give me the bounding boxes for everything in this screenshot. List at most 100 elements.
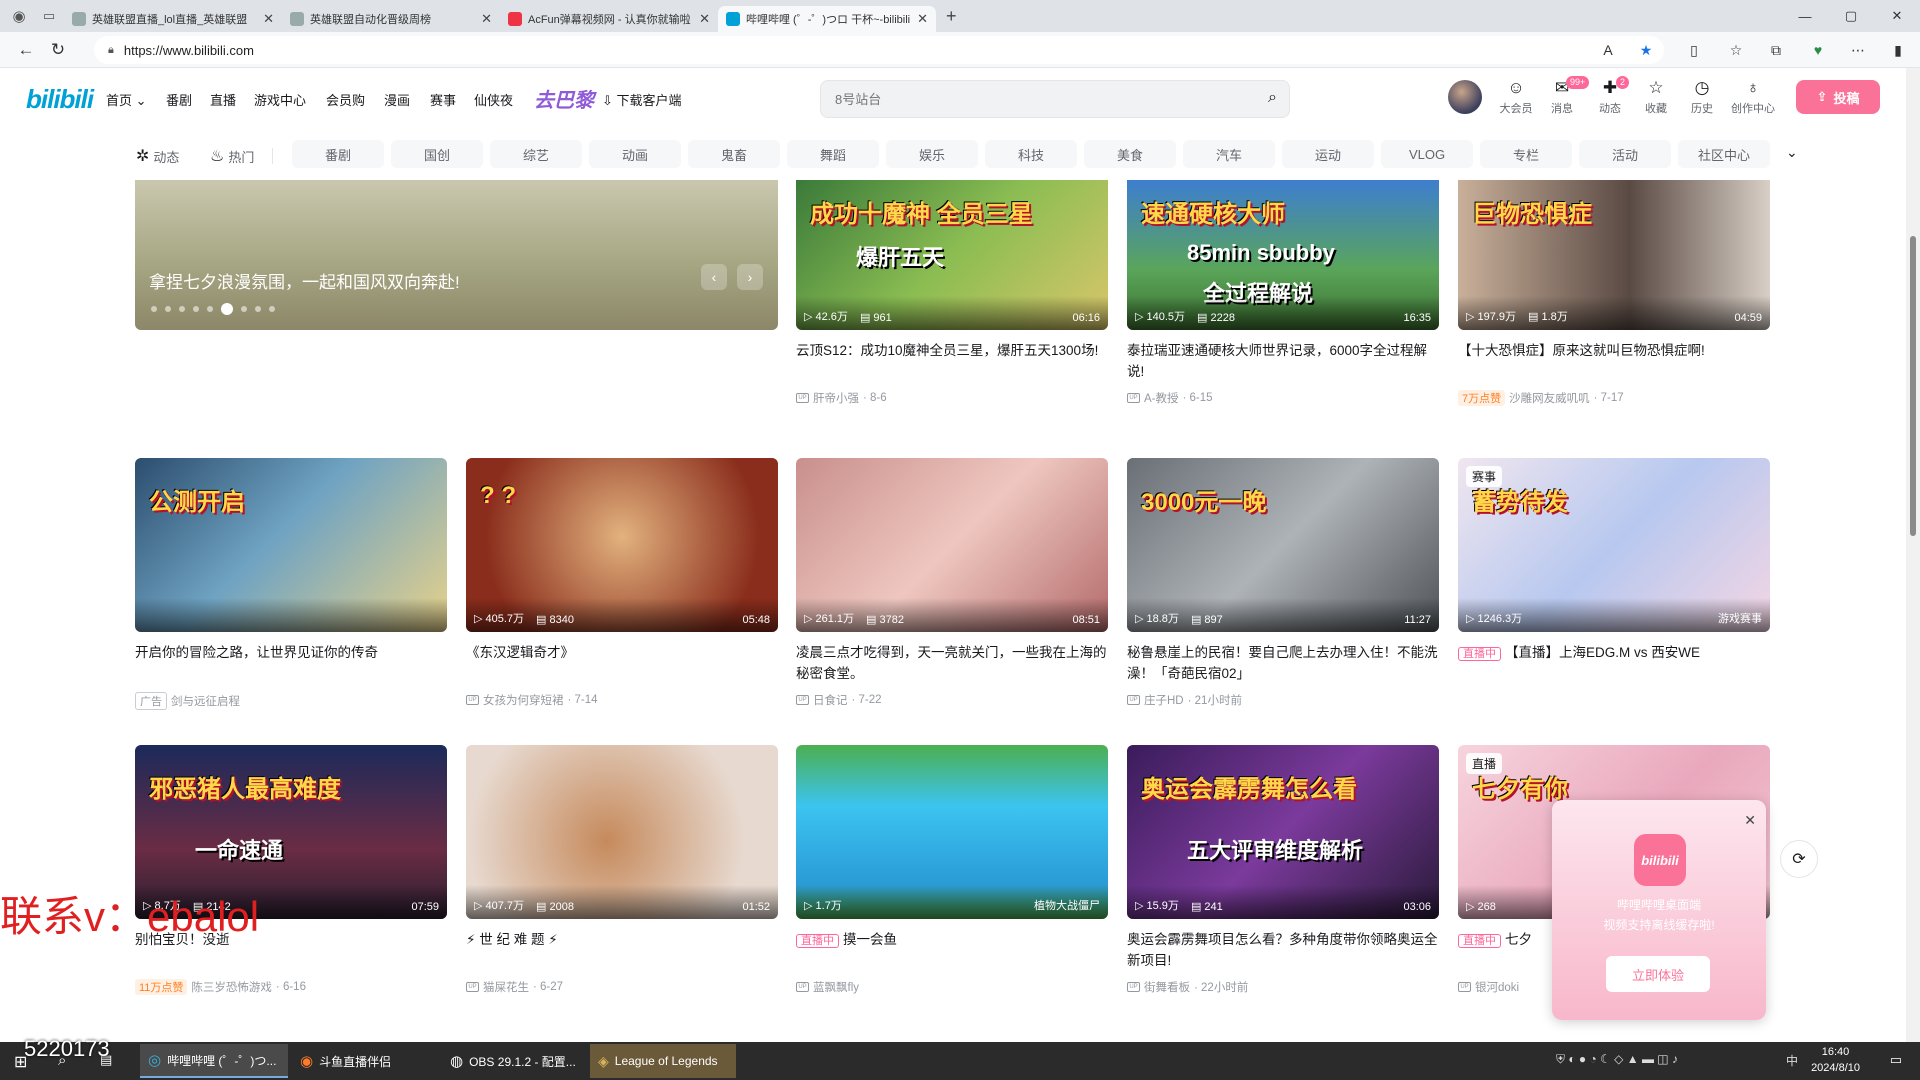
channel-item[interactable]: 娱乐 [886, 140, 978, 168]
video-title[interactable]: 奥运会霹雳舞项目怎么看？多种角度带你领略奥运全新项目! [1127, 929, 1439, 971]
channel-item[interactable]: 运动 [1282, 140, 1374, 168]
favorite-star-icon[interactable]: ★ [1634, 38, 1658, 62]
taskbar-app-edge[interactable]: ◎ 哔哩哔哩 (゜-゜)つ... [140, 1044, 288, 1078]
uploader-name[interactable]: 街舞看板 [1144, 979, 1190, 995]
banner-dot[interactable] [241, 306, 247, 312]
video-meta[interactable]: UP 庄子HD · 21小时前 [1127, 692, 1439, 708]
nav-game-center[interactable]: 游戏中心 [254, 90, 306, 109]
channel-item[interactable]: 科技 [985, 140, 1077, 168]
new-tab-button[interactable]: + [946, 6, 957, 27]
video-card[interactable]: 巨物恐惧症 ▷ 197.9万 ▤ 1.8万 04:59 【十大恐惧症】原来这就叫巨物恐惧… [1458, 180, 1770, 406]
close-icon[interactable]: ✕ [1744, 812, 1756, 829]
video-title[interactable]: 直播中 【直播】上海EDG.M vs 西安WE [1458, 642, 1770, 684]
video-card[interactable]: 奥运会霹雳舞怎么看 五大评审维度解析 ▷ 15.9万 ▤ 241 03:06 奥运会霹雳舞… [1127, 745, 1439, 995]
tab-close-icon[interactable]: ✕ [917, 11, 928, 27]
channel-expand-icon[interactable]: ⌄ [1786, 144, 1798, 161]
video-title[interactable]: 《东汉逻辑奇才》 [466, 642, 778, 684]
channel-item[interactable]: 社区中心 [1678, 140, 1770, 168]
video-thumbnail[interactable]: 3000元一晚 ▷ 18.8万 ▤ 897 11:27 [1127, 458, 1439, 632]
video-meta[interactable]: 广告 剑与远征启程 [135, 692, 447, 710]
ime-indicator[interactable]: 中 [1786, 1052, 1798, 1069]
video-thumbnail[interactable]: ? ? ▷ 405.7万 ▤ 8340 05:48 [466, 458, 778, 632]
video-thumbnail[interactable]: 速通硬核大师 85min sbubby 全过程解说 ▷ 140.5万 ▤ 2228 16:… [1127, 180, 1439, 330]
banner-prev-icon[interactable]: ‹ [701, 264, 727, 290]
system-clock[interactable]: 16:40 2024/8/10 [1811, 1044, 1860, 1076]
profile-icon[interactable]: ◉ [4, 7, 34, 25]
hero-banner[interactable]: 拿捏七夕浪漫氛围，一起和国风双向奔赴! ‹ › [135, 180, 778, 330]
video-meta[interactable]: 7万点赞 沙雕网友威叽叽 · 7-17 [1458, 390, 1770, 406]
tray-icons[interactable]: ⛨ ◐ ● ◔ ☾ ◇ ▲ ▬ ◫ ♪ [1556, 1052, 1678, 1067]
uploader-name[interactable]: 日食记 [813, 692, 848, 708]
taskbar-app-obs[interactable]: ◍ OBS 29.1.2 - 配置... [442, 1044, 584, 1078]
video-card[interactable]: 公测开启 开启你的冒险之路，让世界见证你的传奇 广告 剑与远征启程 [135, 458, 447, 710]
scrollbar-thumb[interactable] [1910, 236, 1916, 536]
video-card[interactable]: ? ? ▷ 405.7万 ▤ 8340 05:48 《东汉逻辑奇才》 UP 女孩为何穿短裙 ·… [466, 458, 778, 708]
browser-tab[interactable]: 英雄联盟自动化晋级周榜 ✕ [282, 6, 500, 32]
bilibili-logo[interactable]: bilibili [26, 84, 94, 115]
notification-icon[interactable]: ▭ [1890, 1052, 1902, 1068]
nav-esports[interactable]: 赛事 [430, 90, 456, 109]
close-window-icon[interactable]: ✕ [1874, 0, 1920, 32]
banner-dot[interactable] [165, 306, 171, 312]
uploader-name[interactable]: 猫屎花生 [483, 979, 529, 995]
video-card[interactable]: ▷ 261.1万 ▤ 3782 08:51 凌晨三点才吃得到，天一亮就关门，一些我在上… [796, 458, 1108, 708]
video-card[interactable]: ▷ 407.7万 ▤ 2008 01:52 ⚡ 世 纪 难 题 ⚡ UP 猫屎花生 · 6-… [466, 745, 778, 995]
browser-tab[interactable]: 英雄联盟直播_lol直播_英雄联盟 ✕ [64, 6, 282, 32]
more-icon[interactable]: ⋯ [1846, 38, 1870, 62]
tab-close-icon[interactable]: ✕ [481, 11, 492, 27]
browser-tab[interactable]: 哔哩哔哩 (゜-゜)つロ 干杯~-bilibili ✕ [718, 6, 936, 32]
header-favorites[interactable]: ☆ 收藏 [1634, 78, 1678, 116]
split-screen-icon[interactable]: ▯ [1682, 38, 1706, 62]
uploader-name[interactable]: 庄子HD [1144, 692, 1184, 708]
uploader-name[interactable]: 蓝飘飘fly [813, 979, 859, 995]
extension-icon[interactable]: ♥ [1806, 38, 1830, 62]
page-scrollbar[interactable] [1906, 68, 1920, 1042]
browser-tab[interactable]: AcFun弹幕视频网 - 认真你就输啦 ✕ [500, 6, 718, 32]
video-thumbnail[interactable]: 巨物恐惧症 ▷ 197.9万 ▤ 1.8万 04:59 [1458, 180, 1770, 330]
header-history[interactable]: ◷ 历史 [1680, 78, 1724, 116]
nav-paris[interactable]: 去巴黎 [534, 84, 594, 113]
channel-item[interactable]: 舞蹈 [787, 140, 879, 168]
search-icon[interactable]: ⌕ [1268, 89, 1277, 107]
video-card[interactable]: 蓄势待发 赛事 ▷ 1246.3万 游戏赛事直播中 【直播】上海EDG.M vs 西安W… [1458, 458, 1770, 692]
video-title[interactable]: 开启你的冒险之路，让世界见证你的传奇 [135, 642, 447, 684]
banner-dot[interactable] [269, 306, 275, 312]
header-vip[interactable]: ☺ 大会员 [1494, 78, 1538, 116]
banner-dot-active[interactable] [221, 303, 233, 315]
favorites-icon[interactable]: ☆ [1724, 38, 1748, 62]
video-title[interactable]: 直播中 摸一会鱼 [796, 929, 1108, 971]
video-title[interactable]: 凌晨三点才吃得到，天一亮就关门，一些我在上海的秘密食堂。 [796, 642, 1108, 684]
try-now-button[interactable]: 立即体验 [1606, 956, 1710, 992]
uploader-name[interactable]: 银河doki [1475, 979, 1519, 995]
collections-icon[interactable]: ⧉ [1764, 38, 1788, 62]
header-messages[interactable]: ✉ 消息 99+ [1540, 76, 1590, 116]
video-meta[interactable]: UP 蓝飘飘fly [796, 979, 1108, 995]
nav-manga[interactable]: 漫画 [384, 90, 410, 109]
tab-actions-icon[interactable]: ▭ [34, 8, 64, 24]
video-card[interactable]: 速通硬核大师 85min sbubby 全过程解说 ▷ 140.5万 ▤ 2228 16:… [1127, 180, 1439, 406]
refresh-feed-icon[interactable]: ⟳ [1780, 840, 1818, 878]
video-card[interactable]: 邪恶猪人最高难度 一命速通 ▷ 8.7万 ▤ 2142 07:59 别怕宝贝！没逝 11万点… [135, 745, 447, 995]
channel-item[interactable]: 专栏 [1480, 140, 1572, 168]
channel-hot[interactable]: ♨ 热门 [210, 146, 254, 166]
video-meta[interactable]: UP 女孩为何穿短裙 · 7-14 [466, 692, 778, 708]
banner-dot[interactable] [207, 306, 213, 312]
nav-download-client[interactable]: ⇩ 下载客户端 [602, 90, 682, 109]
uploader-name[interactable]: 肝帝小强 [813, 390, 859, 406]
channel-item[interactable]: 动画 [589, 140, 681, 168]
search-input[interactable] [835, 91, 1235, 107]
channel-item[interactable]: 综艺 [490, 140, 582, 168]
header-dynamic[interactable]: ✚ 动态 2 [1588, 76, 1632, 116]
minimize-icon[interactable]: — [1782, 0, 1828, 32]
channel-item[interactable]: 汽车 [1183, 140, 1275, 168]
video-thumbnail[interactable]: ▷ 261.1万 ▤ 3782 08:51 [796, 458, 1108, 632]
nav-bangumi[interactable]: 番剧 [166, 90, 192, 109]
video-meta[interactable]: UP A-教授 · 6-15 [1127, 390, 1439, 406]
video-thumbnail[interactable]: 蓄势待发 赛事 ▷ 1246.3万 游戏赛事 [1458, 458, 1770, 632]
nav-home[interactable]: 首页 ⌄ [106, 90, 147, 109]
uploader-name[interactable]: 沙雕网友威叽叽 [1509, 390, 1590, 406]
video-thumbnail[interactable]: 成功十魔神 全员三星 爆肝五天 ▷ 42.6万 ▤ 961 06:16 [796, 180, 1108, 330]
banner-dot[interactable] [255, 306, 261, 312]
banner-next-icon[interactable]: › [737, 264, 763, 290]
read-aloud-icon[interactable]: A [1596, 38, 1620, 62]
